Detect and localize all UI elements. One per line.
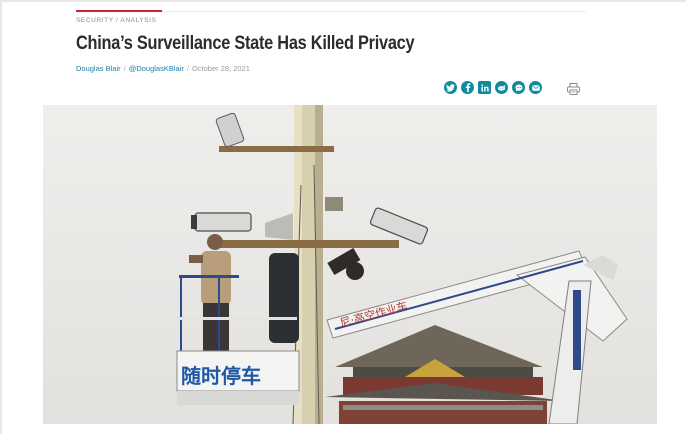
linkedin-icon[interactable] [478, 81, 491, 94]
facebook-icon[interactable] [461, 81, 474, 94]
author-twitter-link[interactable]: @DouglasKBlair [129, 64, 184, 73]
byline-separator: / [186, 64, 189, 73]
basket-sign-text: 随时停车 [181, 364, 261, 388]
camera-left [191, 212, 252, 232]
header-accent-rule [76, 10, 162, 12]
article-category[interactable]: SECURITY / ANALYSIS [76, 17, 157, 24]
message-icon[interactable] [512, 81, 525, 94]
article-title: China’s Surveillance State Has Killed Pr… [76, 33, 415, 54]
byline-separator: / [123, 64, 126, 73]
twitter-icon[interactable] [444, 81, 457, 94]
byline: Douglas Blair / @DouglasKBlair / October 28,… [76, 64, 250, 73]
author-link[interactable]: Douglas Blair [76, 64, 121, 73]
publish-date: October 28, 2021 [191, 64, 250, 73]
reddit-icon[interactable] [495, 81, 508, 94]
share-bar [444, 81, 542, 94]
print-icon[interactable] [567, 82, 580, 95]
email-icon[interactable] [529, 81, 542, 94]
article-photo: 尼·高空作业车 随时停车 [43, 105, 657, 424]
